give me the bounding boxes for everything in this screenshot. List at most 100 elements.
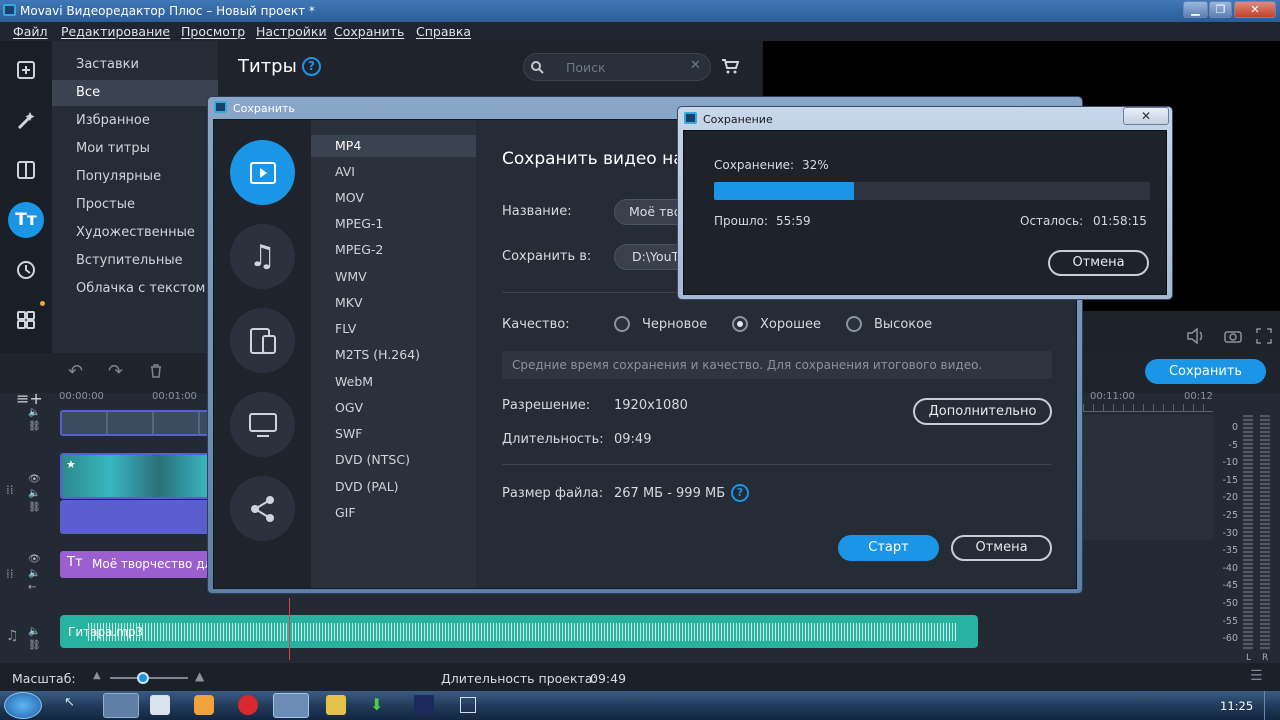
more-tools-button[interactable] (8, 302, 44, 338)
menu-file[interactable]: Файл (13, 24, 48, 39)
category-item[interactable]: Избранное (52, 108, 218, 134)
taskbar-app-icon[interactable] (326, 695, 346, 715)
quality-radio-good[interactable] (732, 316, 748, 332)
track-controls[interactable]: 👁 🔈 ← (28, 553, 41, 595)
show-desktop-button[interactable] (1264, 691, 1280, 720)
start-button[interactable] (4, 692, 42, 719)
panel-toggle-icon[interactable]: ☰ (1250, 668, 1263, 684)
category-item[interactable]: Простые (52, 192, 218, 218)
advanced-button[interactable]: Дополнительно (913, 398, 1052, 425)
audio-waveform (88, 623, 956, 641)
menu-view[interactable]: Просмотр (181, 24, 245, 39)
taskbar-explorer-icon[interactable] (103, 693, 139, 718)
format-list: MP4 AVI MOV MPEG-1 MPEG-2 WMV MKV FLV M2… (311, 120, 476, 588)
video-clip[interactable]: ★ (60, 453, 210, 499)
format-item[interactable]: MPEG-1 (311, 213, 476, 235)
menu-help[interactable]: Справка (416, 24, 471, 39)
format-item[interactable]: FLV (311, 318, 476, 340)
title-clip[interactable]: Tт Моё творчество дл (60, 551, 210, 578)
format-item[interactable]: AVI (311, 161, 476, 183)
taskbar-app-icon[interactable] (460, 697, 476, 713)
trash-icon[interactable] (150, 364, 162, 378)
export-audio-button[interactable]: ♫ (230, 224, 295, 289)
zoom-slider-handle[interactable] (137, 672, 149, 684)
format-item[interactable]: WebM (311, 371, 476, 393)
menu-settings[interactable]: Настройки (256, 24, 327, 39)
transitions-button[interactable] (8, 152, 44, 188)
category-item[interactable]: Заставки (52, 52, 218, 78)
drag-handle-icon[interactable]: ⁞⁞ (6, 483, 14, 497)
format-item[interactable]: WMV (311, 266, 476, 288)
undo-icon[interactable]: ↶ (68, 361, 83, 382)
taskbar-app-icon[interactable] (150, 695, 170, 715)
taskbar-cursor-icon[interactable]: ↖ (64, 695, 86, 715)
dialog-close-button[interactable]: ✕ (1123, 107, 1169, 125)
share-icon (250, 495, 274, 522)
audio-clip[interactable]: Гитара.mp3 (60, 615, 978, 648)
filesize-help-icon[interactable]: ? (731, 484, 749, 502)
category-item[interactable]: Вступительные (52, 248, 218, 274)
format-item[interactable]: DVD (PAL) (311, 476, 476, 498)
track-controls[interactable]: 🔈 ⛓ (28, 625, 41, 653)
track-controls[interactable]: 🔈 ⛓ (28, 406, 41, 434)
category-item[interactable]: Облачка с текстом (52, 276, 218, 302)
format-item[interactable]: DVD (NTSC) (311, 449, 476, 471)
zoom-out-icon[interactable]: ▲ (93, 670, 101, 681)
taskbar-download-icon[interactable]: ⬇ (370, 695, 390, 715)
titles-button[interactable]: Tт (8, 202, 44, 238)
export-tv-button[interactable] (230, 392, 295, 457)
meter-scale-label: 0 (1231, 422, 1238, 433)
track-controls[interactable]: 👁 🔈 ⛓ (28, 473, 41, 515)
playhead[interactable] (289, 598, 290, 660)
taskbar-player-icon[interactable] (194, 695, 214, 715)
progress-cancel-button[interactable]: Отмена (1048, 250, 1149, 276)
format-item[interactable]: MPEG-2 (311, 239, 476, 261)
volume-icon[interactable] (1186, 328, 1208, 344)
fullscreen-icon[interactable] (1256, 328, 1272, 344)
search-input[interactable]: Поиск ✕ (523, 53, 711, 81)
format-item[interactable]: SWF (311, 423, 476, 445)
progress-dialog: Сохранение ✕ Сохранение: 32% Прошло: 55:… (677, 106, 1173, 300)
status-bar: Масштаб: ▲ ▲ Длительность проекта: 09:49… (0, 663, 1280, 691)
clear-search-icon[interactable]: ✕ (690, 58, 701, 73)
snapshot-icon[interactable] (1224, 329, 1242, 343)
format-item[interactable]: OGV (311, 397, 476, 419)
format-item-selected[interactable]: MP4 (311, 135, 476, 157)
import-button[interactable] (8, 52, 44, 88)
drag-handle-icon[interactable]: ⁞⁞ (6, 567, 14, 581)
zoom-slider[interactable] (110, 677, 188, 679)
timeline-save-button[interactable]: Сохранить (1145, 359, 1266, 384)
taskbar-movavi-icon[interactable] (273, 693, 309, 718)
redo-icon[interactable]: ↷ (108, 361, 123, 382)
zoom-in-icon[interactable]: ▲ (195, 669, 204, 683)
category-item[interactable]: Мои титры (52, 136, 218, 162)
export-share-button[interactable] (230, 476, 295, 541)
project-duration-label: Длительность проекта: (441, 671, 597, 686)
quality-radio-draft[interactable] (614, 316, 630, 332)
cancel-button[interactable]: Отмена (951, 535, 1052, 561)
category-item[interactable]: Популярные (52, 164, 218, 190)
format-item[interactable]: GIF (311, 502, 476, 524)
maximize-button[interactable]: ❐ (1209, 1, 1232, 18)
minimize-button[interactable]: ▁ (1183, 1, 1208, 18)
menu-save[interactable]: Сохранить (334, 24, 404, 39)
stickers-button[interactable] (8, 252, 44, 288)
cart-icon[interactable] (721, 58, 739, 74)
taskbar-opera-icon[interactable] (238, 695, 258, 715)
video-clip[interactable] (60, 410, 210, 436)
start-button[interactable]: Старт (838, 535, 939, 561)
format-item[interactable]: MOV (311, 187, 476, 209)
category-item-selected[interactable]: Все (52, 80, 218, 106)
export-devices-button[interactable] (230, 308, 295, 373)
category-item[interactable]: Художественные (52, 220, 218, 246)
filters-button[interactable] (8, 102, 44, 138)
taskbar-photoshop-icon[interactable] (414, 695, 434, 715)
close-button[interactable]: ✕ (1234, 1, 1276, 18)
help-icon[interactable]: ? (302, 57, 321, 76)
format-item[interactable]: M2TS (H.264) (311, 344, 476, 366)
video-track-bar[interactable] (60, 500, 210, 534)
format-item[interactable]: MKV (311, 292, 476, 314)
menu-edit[interactable]: Редактирование (61, 24, 170, 39)
export-video-button[interactable] (230, 140, 295, 205)
quality-radio-high[interactable] (846, 316, 862, 332)
